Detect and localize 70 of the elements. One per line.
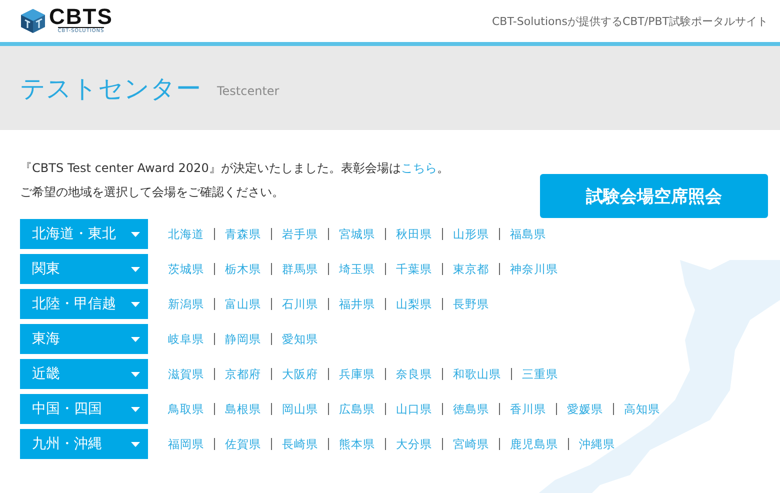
prefecture-link[interactable]: 宮城県 — [339, 226, 375, 242]
prefecture-link[interactable]: 広島県 — [339, 402, 375, 416]
prefecture-link[interactable]: 奈良県 — [396, 366, 432, 382]
prefecture-link[interactable]: 東京都 — [453, 262, 489, 276]
prefecture-link[interactable]: 千葉県 — [396, 262, 432, 276]
prefecture-link[interactable]: 佐賀県 — [225, 436, 261, 452]
region-dropdown[interactable]: 北海道・東北 — [20, 219, 148, 249]
caret-icon — [131, 302, 140, 306]
prefecture-link[interactable]: 島根県 — [225, 402, 261, 416]
prefecture-link[interactable]: 高知県 — [624, 402, 660, 416]
site-tagline: CBT-Solutionsが提供するCBT/PBT試験ポータルサイト — [492, 14, 768, 28]
caret-icon — [131, 232, 140, 236]
prefecture-link[interactable]: 山形県 — [453, 226, 489, 242]
prefecture-link[interactable]: 兵庫県 — [339, 366, 375, 382]
prefecture-link[interactable]: 三重県 — [522, 366, 558, 382]
prefecture-link[interactable]: 栃木県 — [225, 262, 261, 276]
prefecture-link[interactable]: 岡山県 — [282, 402, 318, 416]
prefecture-link[interactable]: 福井県 — [339, 296, 375, 312]
prefecture-link[interactable]: 滋賀県 — [168, 366, 204, 382]
prefecture-link[interactable]: 秋田県 — [396, 226, 432, 242]
prefecture-link[interactable]: 鳥取県 — [168, 402, 204, 416]
prefecture-link[interactable]: 岩手県 — [282, 226, 318, 242]
caret-icon — [131, 266, 140, 272]
prefecture-link[interactable]: 愛媛県 — [567, 402, 603, 416]
prefecture-link[interactable]: 宮崎県 — [453, 436, 489, 452]
prefecture-link[interactable]: 福島県 — [510, 226, 546, 242]
prefecture-link[interactable]: 和歌山県 — [453, 366, 501, 382]
prefecture-link[interactable]: 山梨県 — [396, 296, 432, 312]
prefecture-link[interactable]: 静岡県 — [225, 332, 261, 346]
prefecture-link[interactable]: 京都府 — [225, 366, 261, 382]
prefecture-link[interactable]: 山口県 — [396, 402, 432, 416]
prefecture-link[interactable]: 群馬県 — [282, 262, 318, 276]
prefecture-link[interactable]: 熊本県 — [339, 436, 375, 452]
prefecture-link[interactable]: 沖縄県 — [579, 436, 615, 452]
prefecture-link[interactable]: 福岡県 — [168, 436, 204, 452]
region-dropdown[interactable]: 近畿 — [20, 359, 148, 389]
prefecture-link[interactable]: 長野県 — [453, 296, 489, 312]
caret-icon — [131, 336, 140, 342]
prefecture-link[interactable]: 徳島県 — [453, 402, 489, 416]
page-subtitle: Testcenter — [217, 83, 280, 98]
prefecture-link[interactable]: 長崎県 — [282, 436, 318, 452]
prefecture-link[interactable]: 石川県 — [282, 296, 318, 312]
prefecture-link[interactable]: 岐阜県 — [168, 332, 204, 346]
prefecture-link[interactable]: 埼玉県 — [339, 262, 375, 276]
prefecture-link[interactable]: 愛知県 — [282, 332, 318, 346]
caret-icon — [131, 406, 140, 412]
caret-icon — [131, 372, 140, 376]
prefecture-link[interactable]: 大分県 — [396, 436, 432, 452]
prefecture-link[interactable]: 青森県 — [225, 226, 261, 242]
award-notice: 『CBTS Test center Award 2020』が決定いたしました。表彰会場は こちら。 — [20, 160, 450, 177]
prefecture-link[interactable]: 香川県 — [510, 402, 546, 416]
region-dropdown[interactable]: 関東 — [20, 254, 148, 284]
region-dropdown[interactable]: 九州・沖縄 — [20, 429, 148, 459]
prefecture-link[interactable]: 神奈川県 — [510, 262, 558, 276]
logo-text: CBTS — [49, 7, 113, 27]
region-dropdown[interactable]: 東海 — [20, 324, 148, 354]
prefecture-link[interactable]: 北海道 — [168, 226, 204, 242]
region-dropdown[interactable]: 北陸・甲信越 — [20, 289, 148, 319]
instruction-text: ご希望の地域を選択して会場をご確認ください。 — [20, 184, 284, 201]
caret-icon — [131, 442, 140, 446]
prefecture-link[interactable]: 鹿児島県 — [510, 436, 558, 452]
prefecture-link[interactable]: 新潟県 — [168, 296, 204, 312]
region-dropdown[interactable]: 中国・四国 — [20, 394, 148, 424]
availability-button[interactable]: 試験会場空席照会 — [540, 174, 768, 218]
cube-logo-icon — [20, 8, 46, 34]
page-title: テストセンター — [20, 72, 201, 104]
prefecture-link[interactable]: 茨城県 — [168, 262, 204, 276]
award-link[interactable]: こちら — [400, 161, 437, 175]
prefecture-link[interactable]: 富山県 — [225, 296, 261, 312]
prefecture-link[interactable]: 大阪府 — [282, 366, 318, 382]
